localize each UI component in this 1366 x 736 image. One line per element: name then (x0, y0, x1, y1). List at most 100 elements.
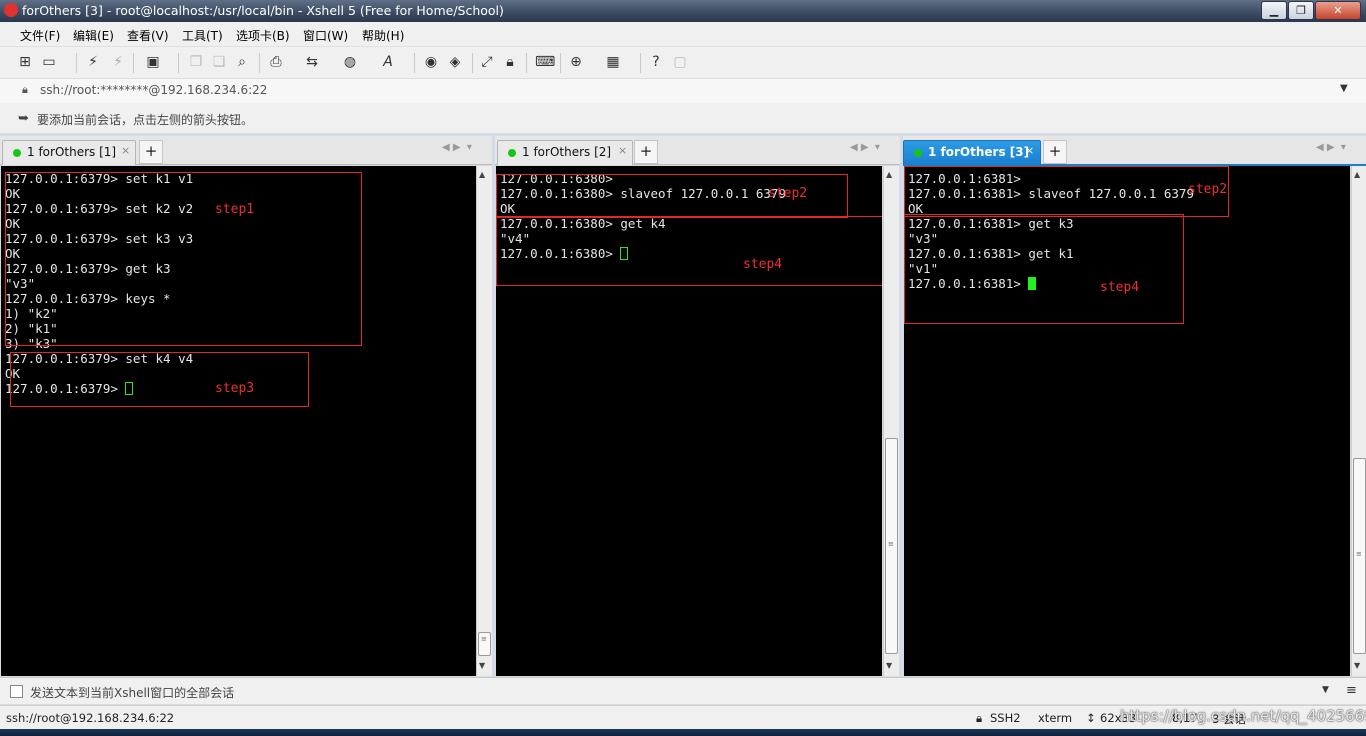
tab-forothers-1[interactable]: 1 forOthers [1] × (2, 140, 136, 165)
transfer-icon[interactable]: ⇆ (304, 54, 320, 70)
copy-icon[interactable]: ❐ (188, 54, 204, 70)
scroll-up-icon[interactable]: ▲ (1354, 170, 1360, 179)
watermark: https://blog.csdn.net/qq_40256699 (1120, 707, 1366, 725)
compose-input[interactable]: 发送文本到当前Xshell窗口的全部会话 (30, 684, 234, 701)
chevron-down-icon[interactable]: ▼ (1322, 685, 1329, 695)
vertical-scrollbar[interactable]: ▲ ≡ ▼ (883, 166, 899, 676)
vertical-scrollbar[interactable]: ▲ ≡ ▼ (1351, 166, 1366, 676)
close-tab-icon[interactable]: × (1025, 144, 1034, 157)
open-folder-icon[interactable]: ▭ (41, 54, 57, 70)
menu-view[interactable]: 查看(V) (127, 27, 169, 44)
terminal-pane-1: 1 forOthers [1] × + ◀ ▶ ▾ 127.0.0.1:6379… (0, 136, 492, 676)
chevron-down-icon[interactable]: ▼ (1340, 83, 1348, 94)
terminal-screen[interactable]: 127.0.0.1:6379> set k1 v1 OK 127.0.0.1:637… (1, 166, 476, 676)
close-tab-icon[interactable]: × (618, 144, 627, 157)
restore-button[interactable]: ❐ (1288, 1, 1314, 20)
toolbar-separator (560, 53, 561, 73)
properties-icon[interactable]: ▣ (145, 54, 161, 70)
scroll-down-icon[interactable]: ▼ (886, 661, 892, 670)
layout-icon[interactable]: ▦ (605, 54, 621, 70)
scroll-down-icon[interactable]: ▼ (1354, 661, 1360, 670)
status-terminal: xterm (1038, 711, 1073, 725)
status-dot-icon (914, 149, 922, 157)
toolbar-separator (76, 53, 77, 73)
find-icon[interactable]: ⌕ (234, 54, 250, 70)
new-tab-button[interactable]: + (1043, 140, 1067, 164)
menu-tabs[interactable]: 选项卡(B) (236, 27, 290, 44)
paste-icon[interactable]: ❏ (211, 54, 227, 70)
status-protocol: SSH2 (990, 711, 1021, 725)
fullscreen-icon[interactable]: ⤢ (479, 54, 495, 70)
tab-strip: 1 forOthers [3] × + ◀ ▶ ▾ (903, 136, 1366, 166)
new-tab-button[interactable]: + (139, 140, 163, 164)
size-icon: ↕ (1086, 711, 1096, 725)
annotation-label: step4 (1100, 280, 1140, 295)
close-tab-icon[interactable]: × (121, 144, 130, 157)
compose-toggle-checkbox[interactable] (10, 685, 23, 698)
scroll-down-icon[interactable]: ▼ (479, 661, 485, 670)
annotation-label: step4 (743, 257, 783, 272)
menu-help[interactable]: 帮助(H) (362, 27, 404, 44)
add-tab-icon[interactable]: ⊕ (568, 54, 584, 70)
compose-bar: 发送文本到当前Xshell窗口的全部会话 ▼ ≡ (0, 677, 1366, 704)
menu-edit[interactable]: 编辑(E) (73, 27, 114, 44)
minimize-button[interactable]: ▁ (1261, 1, 1287, 20)
tab-nav-arrows[interactable]: ◀ ▶ ▾ (850, 142, 880, 153)
help-icon[interactable]: ? (648, 54, 664, 70)
address-input[interactable]: ssh://root:********@192.168.234.6:22 (40, 83, 267, 97)
scrollbar-thumb[interactable]: ≡ (478, 632, 491, 656)
arrow-icon[interactable]: ➥ (18, 111, 29, 126)
tab-label: 1 forOthers [3] (928, 145, 1030, 159)
tab-nav-arrows[interactable]: ◀ ▶ ▾ (442, 142, 472, 153)
session-hint-text: 要添加当前会话，点击左侧的箭头按钮。 (37, 113, 254, 127)
lock-icon: 🔒︎ (976, 711, 983, 725)
annotation-box (904, 214, 1184, 324)
scrollbar-thumb[interactable]: ≡ (885, 438, 898, 654)
tab-forothers-3[interactable]: 1 forOthers [3] × (903, 140, 1041, 165)
new-tab-button[interactable]: + (634, 140, 658, 164)
menu-window[interactable]: 窗口(W) (303, 27, 348, 44)
window-title: forOthers [3] - root@localhost:/usr/loca… (22, 3, 504, 18)
print-icon[interactable]: ⎙ (268, 54, 284, 70)
font-icon[interactable]: A (380, 54, 396, 70)
annotation-label: step2 (768, 186, 808, 201)
new-session-icon[interactable]: ⊞ (17, 54, 33, 70)
annotation-box (5, 172, 362, 346)
terminal-screen[interactable]: 127.0.0.1:6380> 127.0.0.1:6380> slaveof 1… (496, 166, 882, 676)
status-connection: ssh://root@192.168.234.6:22 (6, 711, 175, 725)
tab-nav-arrows[interactable]: ◀ ▶ ▾ (1316, 142, 1346, 153)
toolbar-separator (526, 53, 527, 73)
chat-icon[interactable]: ▢ (672, 54, 688, 70)
scroll-up-icon[interactable]: ▲ (479, 170, 485, 179)
annotation-box (904, 166, 1229, 217)
globe-icon[interactable]: ◍ (342, 54, 358, 70)
status-dot-icon (508, 149, 516, 157)
menu-icon[interactable]: ≡ (1346, 683, 1357, 698)
tab-label: 1 forOthers [2] (522, 145, 612, 159)
annotation-label: step2 (1188, 182, 1228, 197)
close-button[interactable]: ✕ (1315, 1, 1361, 20)
toolbar-separator (259, 53, 260, 73)
annotation-label: step3 (215, 381, 255, 396)
toolbar: ⊞ ▭ ⚡ ⚡ ▣ ❐ ❏ ⌕ ⎙ ⇆ ◍ A ◉ ◈ ⤢ 🔒︎ ⌨ ⊕ ▦ ?… (0, 46, 1366, 79)
disconnect-icon[interactable]: ⚡ (110, 54, 126, 70)
menu-file[interactable]: 文件(F) (20, 27, 60, 44)
xftp-icon[interactable]: ◉ (423, 54, 439, 70)
tab-label: 1 forOthers [1] (27, 145, 117, 159)
keyboard-icon[interactable]: ⌨ (535, 54, 555, 70)
terminal-screen[interactable]: 127.0.0.1:6381> 127.0.0.1:6381> slaveof 1… (904, 166, 1350, 676)
tab-strip: 1 forOthers [1] × + ◀ ▶ ▾ (0, 136, 492, 165)
connect-icon[interactable]: ⚡ (85, 54, 101, 70)
app-logo-icon (4, 3, 18, 17)
scrollbar-thumb[interactable]: ≡ (1353, 458, 1366, 654)
lock-icon[interactable]: 🔒︎ (502, 54, 518, 70)
toolbar-separator (133, 53, 134, 73)
annotation-label: step1 (215, 202, 255, 217)
tab-forothers-2[interactable]: 1 forOthers [2] × (497, 140, 633, 165)
scroll-up-icon[interactable]: ▲ (886, 170, 892, 179)
address-bar: 🔒︎ ssh://root:********@192.168.234.6:22 … (0, 78, 1366, 104)
xmanager-icon[interactable]: ◈ (447, 54, 463, 70)
vertical-scrollbar[interactable]: ▲ ≡ ▼ (476, 166, 492, 676)
taskbar (0, 729, 1366, 736)
menu-tools[interactable]: 工具(T) (182, 27, 223, 44)
